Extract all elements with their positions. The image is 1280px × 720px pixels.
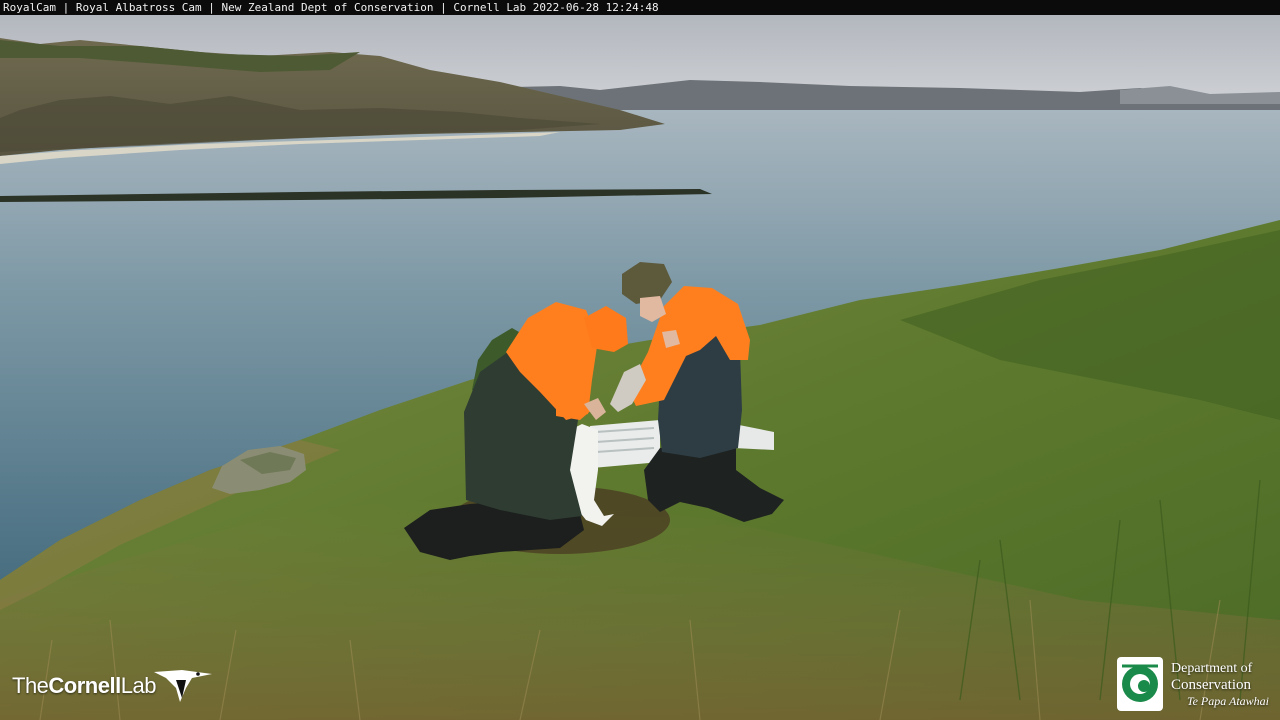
cornell-lab-logo: TheCornellLab xyxy=(12,666,216,706)
doc-wordmark: Department of Conservation Te Papa Atawh… xyxy=(1171,661,1269,709)
cornell-bold: Cornell xyxy=(48,673,121,698)
timestamp-caption-bar: RoyalCam | Royal Albatross Cam | New Zea… xyxy=(0,0,1280,15)
doc-koru-icon xyxy=(1117,657,1163,711)
cornell-bird-icon xyxy=(153,670,212,702)
cornell-suffix: Lab xyxy=(120,673,157,698)
cornell-prefix: The xyxy=(12,673,49,698)
doc-line-2: Conservation xyxy=(1171,677,1251,693)
crate xyxy=(590,420,660,468)
doc-line-1: Department of xyxy=(1171,661,1253,676)
webcam-frame: RoyalCam | Royal Albatross Cam | New Zea… xyxy=(0,0,1280,720)
scene-image xyxy=(0,0,1280,720)
doc-line-3: Te Papa Atawhai xyxy=(1187,694,1270,708)
cornell-lab-wordmark: TheCornellLab xyxy=(12,673,156,699)
doc-logo: Department of Conservation Te Papa Atawh… xyxy=(1116,656,1276,714)
